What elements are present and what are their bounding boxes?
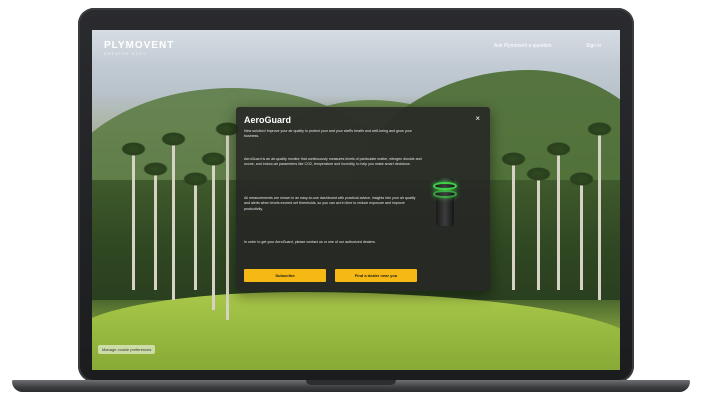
modal-paragraph: AeroGuard is an air-quality monitor that… xyxy=(244,157,422,167)
palm-tree xyxy=(587,122,612,300)
device-status-ring xyxy=(433,190,457,198)
close-icon[interactable]: × xyxy=(475,114,480,123)
plymovent-logo[interactable]: PLYMOVENT xyxy=(104,40,174,51)
nav-contact-link[interactable]: Ask Plymovent a question xyxy=(494,43,552,49)
logo-tagline: BREATHE EASY xyxy=(104,51,147,56)
palm-tree xyxy=(526,167,551,290)
laptop-screen: PLYMOVENT BREATHE EASY Ask Plymovent a q… xyxy=(92,30,620,370)
palm-tree xyxy=(215,122,240,320)
aeroguard-device-image xyxy=(432,178,458,228)
modal-paragraph: New solution! Improve your air quality t… xyxy=(244,129,412,139)
palm-tree xyxy=(546,142,571,290)
modal-title: AeroGuard xyxy=(244,115,292,125)
palm-tree xyxy=(201,152,226,310)
find-dealer-button[interactable]: Find a dealer near you xyxy=(335,269,417,282)
laptop-mockup: PLYMOVENT BREATHE EASY Ask Plymovent a q… xyxy=(0,0,702,398)
cookie-preferences-button[interactable]: Manage cookie preferences xyxy=(98,345,156,354)
nav-signin-link[interactable]: Sign in xyxy=(586,43,601,49)
modal-paragraph: In order to get your AeroGuard, please c… xyxy=(244,240,376,244)
palm-tree xyxy=(143,162,168,290)
palm-tree xyxy=(569,172,594,290)
palm-tree xyxy=(501,152,526,290)
aeroguard-modal: AeroGuard × New solution! Improve your a… xyxy=(236,107,490,291)
subscribe-button[interactable]: Subscribe xyxy=(244,269,326,282)
modal-paragraph: All measurements are shown in an easy-to… xyxy=(244,196,416,211)
palm-tree xyxy=(183,172,208,290)
site-header: PLYMOVENT BREATHE EASY Ask Plymovent a q… xyxy=(92,30,620,64)
palm-tree xyxy=(121,142,146,290)
device-status-ring xyxy=(433,182,457,190)
palm-tree xyxy=(161,132,186,300)
laptop-notch xyxy=(306,380,396,385)
